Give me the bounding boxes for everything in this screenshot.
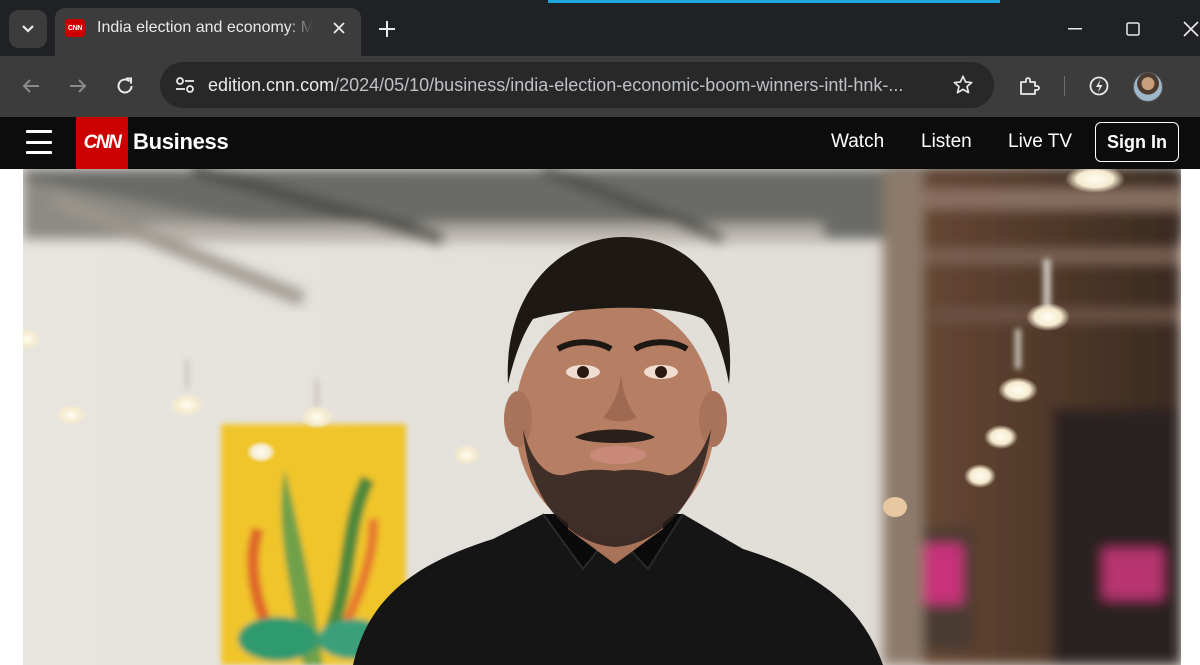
tab-strip-accent: [548, 0, 1000, 3]
tab-close-button[interactable]: [327, 16, 351, 40]
toolbar-separator: [1064, 76, 1065, 96]
bookmark-button[interactable]: [948, 70, 978, 100]
site-header: CNN Business Watch Listen Live TV Sign I…: [0, 117, 1200, 169]
cnn-favicon-icon: CNN: [65, 19, 85, 37]
minimize-button[interactable]: [1060, 14, 1090, 44]
reload-icon: [117, 77, 133, 94]
article-hero-image: [23, 169, 1181, 665]
cnn-logo[interactable]: CNN: [76, 117, 128, 169]
site-info-button[interactable]: [170, 70, 200, 100]
chevron-down-icon: [22, 25, 34, 33]
bookmark-star-icon: [953, 75, 973, 94]
url-host: edition.cnn.com: [208, 75, 335, 95]
minimize-icon: [1068, 28, 1082, 30]
new-tab-button[interactable]: [372, 14, 402, 44]
extensions-icon: [1020, 77, 1040, 95]
reload-button[interactable]: [110, 71, 140, 101]
tab-search-button[interactable]: [9, 10, 47, 48]
tab-title: India election and economy: Modi: [97, 19, 313, 36]
nav-listen-link[interactable]: Listen: [921, 131, 972, 153]
performance-button[interactable]: [1084, 71, 1114, 101]
page-margin-left: [0, 169, 23, 665]
hero-photo-illustration: [23, 169, 1181, 665]
performance-icon: [1089, 76, 1109, 96]
tune-icon: [176, 77, 194, 93]
forward-button[interactable]: [63, 71, 93, 101]
sign-in-button[interactable]: Sign In: [1095, 122, 1179, 162]
back-button[interactable]: [16, 71, 46, 101]
menu-hamburger-icon[interactable]: [26, 130, 52, 154]
page-margin-right: [1181, 169, 1200, 665]
url-text: edition.cnn.com/2024/05/10/business/indi…: [208, 75, 903, 96]
maximize-icon: [1126, 22, 1140, 36]
nav-watch-link[interactable]: Watch: [831, 131, 884, 153]
close-icon: [1183, 21, 1199, 37]
browser-tab-active[interactable]: CNN India election and economy: Modi: [55, 8, 361, 56]
nav-live-tv-link[interactable]: Live TV: [1008, 131, 1072, 153]
forward-arrow-icon: [70, 79, 87, 93]
extensions-button[interactable]: [1014, 71, 1044, 101]
window-close-button[interactable]: [1176, 14, 1200, 44]
plus-icon: [379, 21, 395, 37]
profile-avatar[interactable]: [1133, 72, 1163, 102]
browser-toolbar: edition.cnn.com/2024/05/10/business/indi…: [0, 56, 1200, 117]
close-icon: [333, 22, 345, 34]
url-path: /2024/05/10/business/india-election-econ…: [334, 75, 904, 95]
back-arrow-icon: [22, 79, 39, 93]
browser-tab-strip: CNN India election and economy: Modi: [0, 0, 1200, 56]
section-title[interactable]: Business: [133, 129, 229, 155]
maximize-button[interactable]: [1118, 14, 1148, 44]
address-bar[interactable]: edition.cnn.com/2024/05/10/business/indi…: [160, 62, 994, 108]
